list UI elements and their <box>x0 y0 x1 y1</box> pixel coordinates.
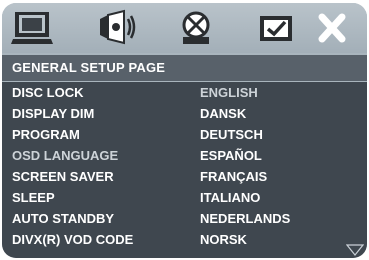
exit-setup-icon[interactable] <box>310 9 354 47</box>
language-option-english[interactable]: ENGLISH <box>200 85 258 100</box>
setup-menu-panel: GENERAL SETUP PAGE DISC LOCK ENGLISH DIS… <box>2 3 367 258</box>
language-option-dansk[interactable]: DANSK <box>200 106 246 121</box>
page-title: GENERAL SETUP PAGE <box>12 60 166 75</box>
video-setup-icon[interactable] <box>174 9 218 47</box>
menu-item-disc-lock[interactable]: DISC LOCK <box>12 85 84 100</box>
menu-item-sleep[interactable]: SLEEP <box>12 190 55 205</box>
menu-item-program[interactable]: PROGRAM <box>12 127 80 142</box>
audio-setup-icon[interactable] <box>94 9 138 47</box>
language-option-italiano[interactable]: ITALIANO <box>200 190 260 205</box>
menu-item-screen-saver[interactable]: SCREEN SAVER <box>12 169 114 184</box>
language-option-nederlands[interactable]: NEDERLANDS <box>200 211 290 226</box>
preference-setup-icon[interactable] <box>254 9 298 47</box>
menu-item-divx-vod-code[interactable]: DIVX(R) VOD CODE <box>12 232 133 247</box>
menu-item-display-dim[interactable]: DISPLAY DIM <box>12 106 94 121</box>
language-option-deutsch[interactable]: DEUTSCH <box>200 127 263 142</box>
menu-item-auto-standby[interactable]: AUTO STANDBY <box>12 211 114 226</box>
menu-item-osd-language[interactable]: OSD LANGUAGE <box>12 148 118 163</box>
settings-list: DISC LOCK ENGLISH DISPLAY DIM DANSK PROG… <box>2 82 367 258</box>
page-title-bar: GENERAL SETUP PAGE <box>2 55 367 81</box>
language-option-norsk[interactable]: NORSK <box>200 232 247 247</box>
general-setup-icon[interactable] <box>10 9 54 47</box>
scroll-down-arrow-icon[interactable] <box>346 244 364 256</box>
language-option-espanol[interactable]: ESPAÑOL <box>200 148 262 163</box>
setup-icon-bar <box>2 3 367 53</box>
language-option-francais[interactable]: FRANÇAIS <box>200 169 267 184</box>
